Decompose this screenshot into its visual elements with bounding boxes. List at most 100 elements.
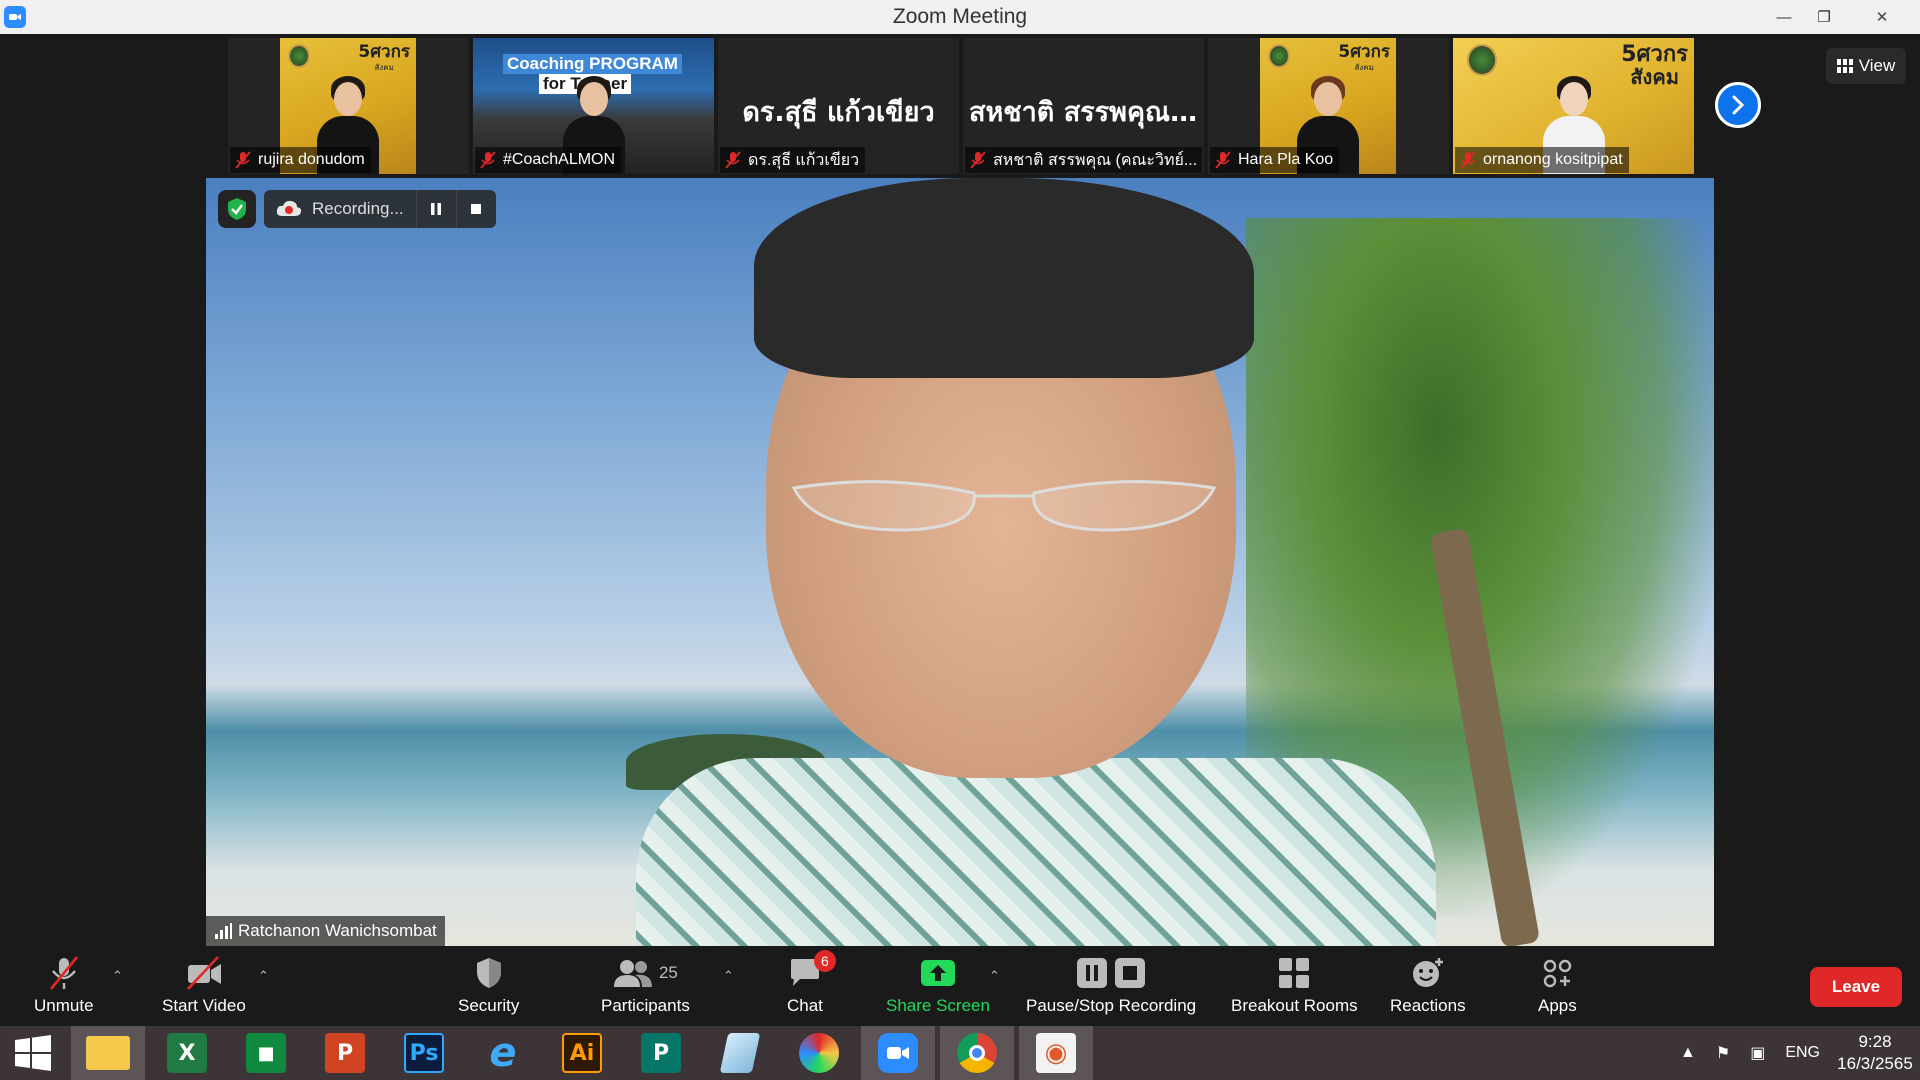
language-indicator[interactable]: ENG xyxy=(1785,1044,1820,1062)
chevron-right-icon xyxy=(1732,95,1745,115)
apps-button[interactable]: Apps xyxy=(1538,952,1577,1016)
share-options-caret[interactable]: ⌃ xyxy=(989,968,1000,984)
pause-stop-recording-button[interactable]: Pause/Stop Recording xyxy=(1026,952,1196,1016)
active-speaker-name: Ratchanon Wanichsombat xyxy=(206,916,445,946)
taskbar-store[interactable]: ■ xyxy=(229,1026,303,1080)
participants-options-caret[interactable]: ⌃ xyxy=(723,968,734,984)
participant-display-name: ดร.สุธี แก้วเขียว xyxy=(742,97,935,128)
chat-button[interactable]: 6 Chat xyxy=(787,950,836,1016)
stop-icon xyxy=(1115,958,1146,988)
unmute-button[interactable]: Unmute xyxy=(34,952,94,1016)
clock-date: 16/3/2565 xyxy=(1837,1054,1913,1073)
close-button[interactable]: ✕ xyxy=(1844,0,1920,34)
reactions-icon xyxy=(1412,958,1443,987)
taskbar-chrome[interactable] xyxy=(940,1026,1014,1080)
breakout-rooms-button[interactable]: Breakout Rooms xyxy=(1231,952,1358,1016)
participant-name: rujira donudom xyxy=(230,147,371,173)
excel-icon: X xyxy=(167,1033,207,1073)
participant-tile[interactable]: ดร.สุธี แก้วเขียว ดร.สุธี แก้วเขียว xyxy=(718,38,959,174)
system-tray: ▲ ⚑ ▣ ENG 9:28 16/3/2565 xyxy=(1670,1026,1920,1080)
signal-strength-icon xyxy=(215,923,232,939)
event-logo: 5ศวกร สังคม xyxy=(358,42,410,73)
stop-recording-button[interactable] xyxy=(455,190,496,228)
illustrator-icon: Ai xyxy=(562,1033,602,1073)
taskbar-notepad[interactable] xyxy=(703,1026,777,1080)
stop-icon xyxy=(471,204,482,214)
university-seal-icon xyxy=(1467,44,1497,76)
start-video-button[interactable]: Start Video xyxy=(162,952,246,1016)
participant-name: ornanong kositpipat xyxy=(1455,147,1629,173)
university-seal-icon xyxy=(288,44,310,68)
participant-tile[interactable]: สหชาติ สรรพคุณ... สหชาติ สรรพคุณ (คณะวิท… xyxy=(963,38,1204,174)
taskbar-photoshop[interactable]: Ps xyxy=(387,1026,461,1080)
notepad-icon xyxy=(719,1033,761,1073)
windows-logo-icon xyxy=(15,1035,51,1071)
chat-unread-badge: 6 xyxy=(813,950,836,972)
muted-mic-icon xyxy=(970,151,986,169)
view-button[interactable]: View xyxy=(1826,48,1906,84)
muted-mic-icon xyxy=(235,151,251,169)
pause-icon xyxy=(1077,958,1108,988)
taskbar-powerpoint[interactable]: P xyxy=(308,1026,382,1080)
photoshop-icon: Ps xyxy=(404,1033,444,1073)
start-button[interactable] xyxy=(0,1026,66,1080)
participant-name: ดร.สุธี แก้วเขียว xyxy=(720,147,866,173)
video-options-caret[interactable]: ⌃ xyxy=(258,968,269,984)
clock[interactable]: 9:28 16/3/2565 xyxy=(1830,1031,1920,1075)
audio-options-caret[interactable]: ⌃ xyxy=(112,968,123,984)
participant-tile[interactable]: 5ศวกร สังคม Hara Pla Koo xyxy=(1208,38,1449,174)
chrome-icon xyxy=(957,1033,997,1073)
taskbar-internet-explorer[interactable]: e xyxy=(466,1026,540,1080)
publisher-icon: P xyxy=(641,1033,681,1073)
powerpoint-icon: P xyxy=(325,1033,365,1073)
pause-recording-button[interactable] xyxy=(415,190,456,228)
taskbar-photoscape[interactable] xyxy=(782,1026,856,1080)
participant-tile[interactable]: Coaching PROGRAM for Trainer #CoachALMON xyxy=(473,38,714,174)
participant-display-name: สหชาติ สรรพคุณ... xyxy=(969,97,1201,128)
store-bag-icon: ■ xyxy=(246,1033,286,1073)
banner-text: Coaching PROGRAM xyxy=(503,54,682,74)
show-hidden-icons-caret[interactable]: ▲ xyxy=(1680,1044,1696,1062)
participant-tile[interactable]: 5ศวกร สังคม rujira donudom xyxy=(228,38,469,174)
zoom-app-icon xyxy=(4,6,26,28)
participant-name: สหชาติ สรรพคุณ (คณะวิทย์... xyxy=(965,147,1202,173)
participants-icon xyxy=(613,960,652,987)
taskbar-illustrator[interactable]: Ai xyxy=(545,1026,619,1080)
leave-button[interactable]: Leave xyxy=(1810,967,1902,1007)
event-logo: 5ศวกร สังคม xyxy=(1338,42,1390,73)
action-center-flag-icon[interactable]: ⚑ xyxy=(1716,1043,1730,1063)
muted-mic-icon xyxy=(1215,151,1231,169)
meeting-toolbar: Unmute ⌃ Start Video ⌃ Security 25 Parti… xyxy=(0,946,1920,1026)
taskbar-zoom[interactable] xyxy=(861,1026,935,1080)
photoscape-icon xyxy=(799,1033,839,1073)
clock-time: 9:28 xyxy=(1858,1032,1892,1051)
next-page-button[interactable] xyxy=(1715,82,1761,128)
participant-name: Hara Pla Koo xyxy=(1210,147,1340,173)
share-screen-button[interactable]: Share Screen xyxy=(886,952,990,1016)
video-off-icon xyxy=(186,956,221,990)
muted-mic-icon xyxy=(49,956,78,990)
taskbar-file-explorer[interactable] xyxy=(71,1026,145,1080)
participants-count: 25 xyxy=(658,963,678,982)
taskbar-publisher[interactable]: P xyxy=(624,1026,698,1080)
network-icon[interactable]: ▣ xyxy=(1750,1043,1765,1063)
university-seal-icon xyxy=(1268,44,1290,68)
participants-button[interactable]: 25 Participants xyxy=(601,952,690,1016)
participant-tile[interactable]: 5ศวกร สังคม ornanong kositpipat xyxy=(1453,38,1694,174)
restore-button[interactable]: ❐ xyxy=(1804,0,1844,34)
reactions-button[interactable]: Reactions xyxy=(1390,952,1466,1016)
taskbar-photos[interactable]: ◉ xyxy=(1019,1026,1093,1080)
recording-panel: Recording... xyxy=(264,190,496,228)
encryption-shield-icon[interactable] xyxy=(218,190,256,228)
pause-icon xyxy=(431,203,442,215)
active-speaker-video: Recording... Ratchanon Wanichsombat xyxy=(206,178,1714,946)
taskbar-excel[interactable]: X xyxy=(150,1026,224,1080)
windows-taskbar: X ■ P Ps e Ai P ◉ ▲ ⚑ ▣ ENG 9:28 16/3/25… xyxy=(0,1026,1920,1080)
title-bar: Zoom Meeting — ❐ ✕ xyxy=(0,0,1920,34)
muted-mic-icon xyxy=(1460,151,1476,169)
minimize-button[interactable]: — xyxy=(1764,0,1804,34)
grid-view-icon xyxy=(1836,59,1853,73)
shield-icon xyxy=(476,958,501,988)
recording-status: Recording... xyxy=(312,199,404,218)
security-button[interactable]: Security xyxy=(458,952,519,1016)
